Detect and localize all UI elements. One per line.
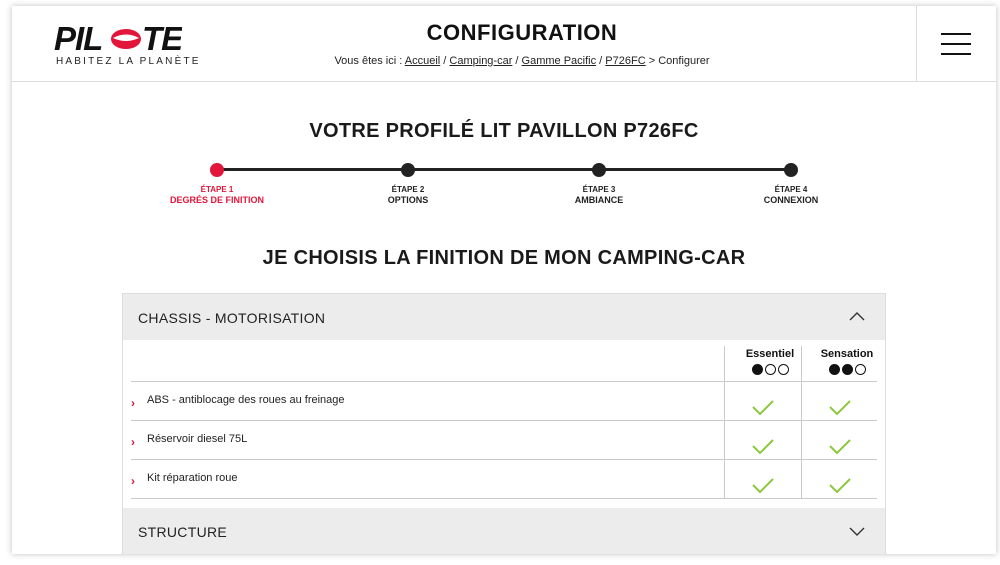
check-icon xyxy=(752,400,774,416)
check-icon xyxy=(829,400,851,416)
breadcrumb-link-accueil[interactable]: Accueil xyxy=(405,55,440,67)
step-2-number: ÉTAPE 2 xyxy=(391,185,425,194)
step-3-number: ÉTAPE 3 xyxy=(582,185,616,194)
breadcrumb-link-gamme-pacific[interactable]: Gamme Pacific xyxy=(522,55,597,67)
level-dot-empty xyxy=(777,364,789,375)
pilote-logo[interactable]: PIL TE HABITEZ LA PLANÈTE xyxy=(54,20,198,68)
breadcrumb: Vous êtes ici : Accueil / Camping-car / … xyxy=(334,55,710,67)
level-dot-empty xyxy=(854,364,866,375)
column-divider xyxy=(724,346,725,498)
header-center: CONFIGURATION Vous êtes ici : Accueil / … xyxy=(262,20,782,67)
chevron-down-icon[interactable] xyxy=(849,523,865,539)
row-chevron-right-icon: › xyxy=(131,474,135,488)
level-dot-filled xyxy=(828,364,840,375)
step-1[interactable]: ÉTAPE 1 DEGRÉS DE FINITION xyxy=(152,163,282,205)
menu-button[interactable] xyxy=(916,6,996,82)
level-dot-filled xyxy=(841,364,853,375)
step-1-dot xyxy=(210,163,224,177)
table-row-label[interactable]: Réservoir diesel 75L xyxy=(147,433,247,445)
check-icon xyxy=(829,439,851,455)
chevron-up-icon[interactable] xyxy=(849,309,865,325)
step-4-name: CONNEXION xyxy=(763,195,819,205)
check-icon xyxy=(752,478,774,494)
step-progress: ÉTAPE 1 DEGRÉS DE FINITION ÉTAPE 2 OPTIO… xyxy=(170,163,818,213)
step-progress-line xyxy=(217,168,791,171)
column-essentiel-name: Essentiel xyxy=(745,348,795,360)
accordion-header-chassis[interactable]: CHASSIS - MOTORISATION xyxy=(123,294,885,340)
column-sensation-level xyxy=(809,364,885,376)
column-essentiel-level xyxy=(732,364,808,376)
level-dot-empty xyxy=(764,364,776,375)
logo-wordmark-graphic: PIL TE xyxy=(54,20,185,57)
step-3-name: AMBIANCE xyxy=(574,195,624,205)
step-2-dot xyxy=(401,163,415,177)
column-sensation-name: Sensation xyxy=(820,348,874,360)
site-header: PIL TE HABITEZ LA PLANÈTE CONFIGURATION … xyxy=(12,6,996,82)
row-divider xyxy=(131,420,877,421)
accordion-header-chassis-label: CHASSIS - MOTORISATION xyxy=(138,310,326,326)
step-4-dot xyxy=(784,163,798,177)
step-3-dot xyxy=(592,163,606,177)
breadcrumb-prefix: Vous êtes ici : xyxy=(334,55,403,67)
section-title: JE CHOISIS LA FINITION DE MON CAMPING-CA… xyxy=(262,247,746,269)
page-title: CONFIGURATION xyxy=(426,20,618,45)
table-row-label[interactable]: ABS - antiblocage des roues au freinage xyxy=(147,394,345,406)
finition-accordion: CHASSIS - MOTORISATION Essentiel Sensati… xyxy=(122,293,886,554)
row-divider xyxy=(131,381,877,382)
level-dot-filled xyxy=(751,364,763,375)
step-1-name: DEGRÉS DE FINITION xyxy=(169,195,264,205)
logo-tagline: HABITEZ LA PLANÈTE xyxy=(56,56,201,67)
step-4[interactable]: ÉTAPE 4 CONNEXION xyxy=(726,163,856,205)
check-icon xyxy=(752,439,774,455)
column-divider xyxy=(801,346,802,498)
row-divider xyxy=(131,498,877,499)
column-sensation: Sensation xyxy=(809,348,885,376)
step-3[interactable]: ÉTAPE 3 AMBIANCE xyxy=(534,163,664,205)
model-title: VOTRE PROFILÉ LIT PAVILLON P726FC xyxy=(309,120,699,142)
column-essentiel: Essentiel xyxy=(732,348,808,376)
step-4-number: ÉTAPE 4 xyxy=(774,185,808,194)
step-2[interactable]: ÉTAPE 2 OPTIONS xyxy=(343,163,473,205)
row-divider xyxy=(131,459,877,460)
table-row-label[interactable]: Kit réparation roue xyxy=(147,472,238,484)
breadcrumb-link-p726fc[interactable]: P726FC xyxy=(605,55,645,67)
breadcrumb-current: Configurer xyxy=(658,55,710,67)
accordion-header-structure[interactable]: STRUCTURE xyxy=(123,508,885,554)
step-1-number: ÉTAPE 1 xyxy=(200,185,234,194)
accordion-header-structure-label: STRUCTURE xyxy=(138,524,228,540)
hamburger-icon[interactable] xyxy=(941,33,971,55)
breadcrumb-link-camping-car[interactable]: Camping-car xyxy=(449,55,512,67)
svg-text:TE: TE xyxy=(142,20,182,56)
page-frame: PIL TE HABITEZ LA PLANÈTE CONFIGURATION … xyxy=(12,6,996,554)
step-2-name: OPTIONS xyxy=(387,195,429,205)
check-icon xyxy=(829,478,851,494)
row-chevron-right-icon: › xyxy=(131,435,135,449)
svg-text:PIL: PIL xyxy=(54,20,102,56)
row-chevron-right-icon: › xyxy=(131,396,135,410)
